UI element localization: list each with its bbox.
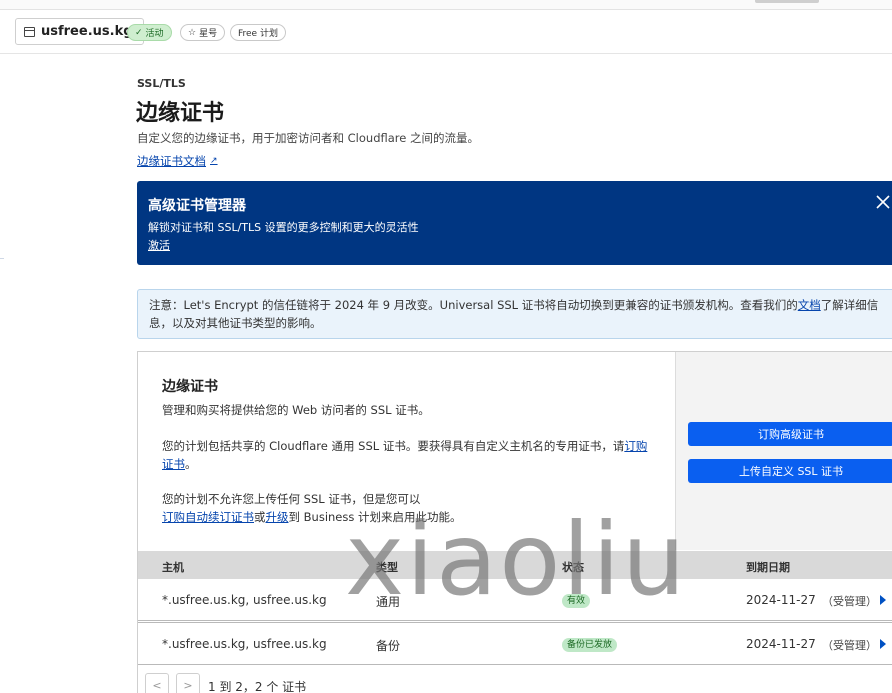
plan-badge[interactable]: Free 计划 [230,24,286,41]
card-line-3-or: 或 [254,510,266,524]
row-type: 通用 [376,595,401,609]
column-header-host[interactable]: 主机 [162,559,184,575]
status-badge: 备份已发放 [562,638,618,652]
column-header-status[interactable]: 状态 [562,559,584,575]
domain-selector[interactable]: usfree.us.kg [15,18,144,45]
promo-banner: 高级证书管理器 解锁对证书和 SSL/TLS 设置的更多控制和更大的灵活性 激活 [137,181,892,265]
close-icon[interactable] [872,191,892,213]
domain-bar: usfree.us.kg ✓ 活动 ☆ 星号 Free 计划 [0,10,892,54]
star-icon: ☆ [188,27,197,38]
browser-window-icon [24,26,35,37]
pagination: < > 1 到 2，2 个 证书 [138,665,892,693]
promo-description: 解锁对证书和 SSL/TLS 设置的更多控制和更大的灵活性 [148,221,419,234]
notice-text: 注意：Let's Encrypt 的信任链将于 2024 年 9 月改变。Uni… [149,298,798,312]
card-actions-panel: 订购高级证书 上传自定义 SSL 证书 [675,352,892,550]
status-badge-label: 活动 [145,29,164,39]
order-auto-renew-link[interactable]: 订购自动续订证书 [162,510,254,524]
expand-arrow-icon[interactable] [880,595,886,605]
row-managed: （受管理） [822,595,877,608]
domain-name: usfree.us.kg [41,24,133,39]
row-host: *.usfree.us.kg, usfree.us.kg [162,593,327,607]
left-edge-marker [0,258,4,259]
order-advanced-certificate-button[interactable]: 订购高级证书 [688,422,892,446]
docs-link[interactable]: 边缘证书文档 ↗ [137,153,218,169]
page-description: 自定义您的边缘证书，用于加密访问者和 Cloudflare 之间的流量。 [137,131,479,145]
promo-title: 高级证书管理器 [148,198,246,214]
row-expiry: 2024-11-27 [746,593,816,607]
page-title: 边缘证书 [136,101,225,126]
notice-docs-link[interactable]: 文档 [798,298,821,312]
tab-hint [755,0,819,3]
column-header-expiry[interactable]: 到期日期 [746,559,790,575]
pagination-summary: 1 到 2，2 个 证书 [208,680,307,693]
check-icon: ✓ [135,27,143,38]
row-host: *.usfree.us.kg, usfree.us.kg [162,637,327,651]
notice-banner: 注意：Let's Encrypt 的信任链将于 2024 年 9 月改变。Uni… [137,289,892,339]
docs-link-label: 边缘证书文档 [137,154,206,168]
card-line-2-end: 。 [185,457,197,471]
expand-arrow-icon[interactable] [880,639,886,649]
table-row[interactable]: *.usfree.us.kg, usfree.us.kg 备份 备份已发放 20… [138,622,892,665]
star-button[interactable]: ☆ 星号 [180,24,226,41]
card-line-2: 您的计划包括共享的 Cloudflare 通用 SSL 证书。要获得具有自定义主… [162,437,652,473]
card-title: 边缘证书 [162,379,218,395]
column-header-type[interactable]: 类型 [376,559,398,575]
table-header: 主机 类型 状态 到期日期 [138,551,892,579]
edge-certificates-card: 边缘证书 管理和购买将提供给您的 Web 访问者的 SSL 证书。 您的计划包括… [137,351,892,693]
browser-top-strip [0,0,892,10]
breadcrumb: SSL/TLS [137,77,186,90]
upload-custom-ssl-button[interactable]: 上传自定义 SSL 证书 [688,459,892,483]
external-link-icon: ↗ [210,156,218,166]
row-managed: （受管理） [822,639,877,652]
row-type: 备份 [376,639,401,653]
card-line-1: 管理和购买将提供给您的 Web 访问者的 SSL 证书。 [162,403,430,417]
card-line-3: 您的计划不允许您上传任何 SSL 证书，但是您可以 订购自动续订证书或升级到 Bu… [162,490,652,526]
row-expiry: 2024-11-27 [746,637,816,651]
upgrade-link[interactable]: 升级 [266,510,289,524]
status-badge: 有效 [562,594,591,608]
card-line-3-end: 到 Business 计划来启用此功能。 [288,510,462,524]
status-badge: ✓ 活动 [127,24,172,41]
next-page-button[interactable]: > [176,673,200,693]
prev-page-button[interactable]: < [145,673,169,693]
activate-link[interactable]: 激活 [148,237,170,253]
table-row[interactable]: *.usfree.us.kg, usfree.us.kg 通用 有效 2024-… [138,579,892,621]
star-button-label: 星号 [199,29,218,39]
card-line-3-text: 您的计划不允许您上传任何 SSL 证书，但是您可以 [162,492,421,506]
card-line-2-text: 您的计划包括共享的 Cloudflare 通用 SSL 证书。要获得具有自定义主… [162,439,625,453]
